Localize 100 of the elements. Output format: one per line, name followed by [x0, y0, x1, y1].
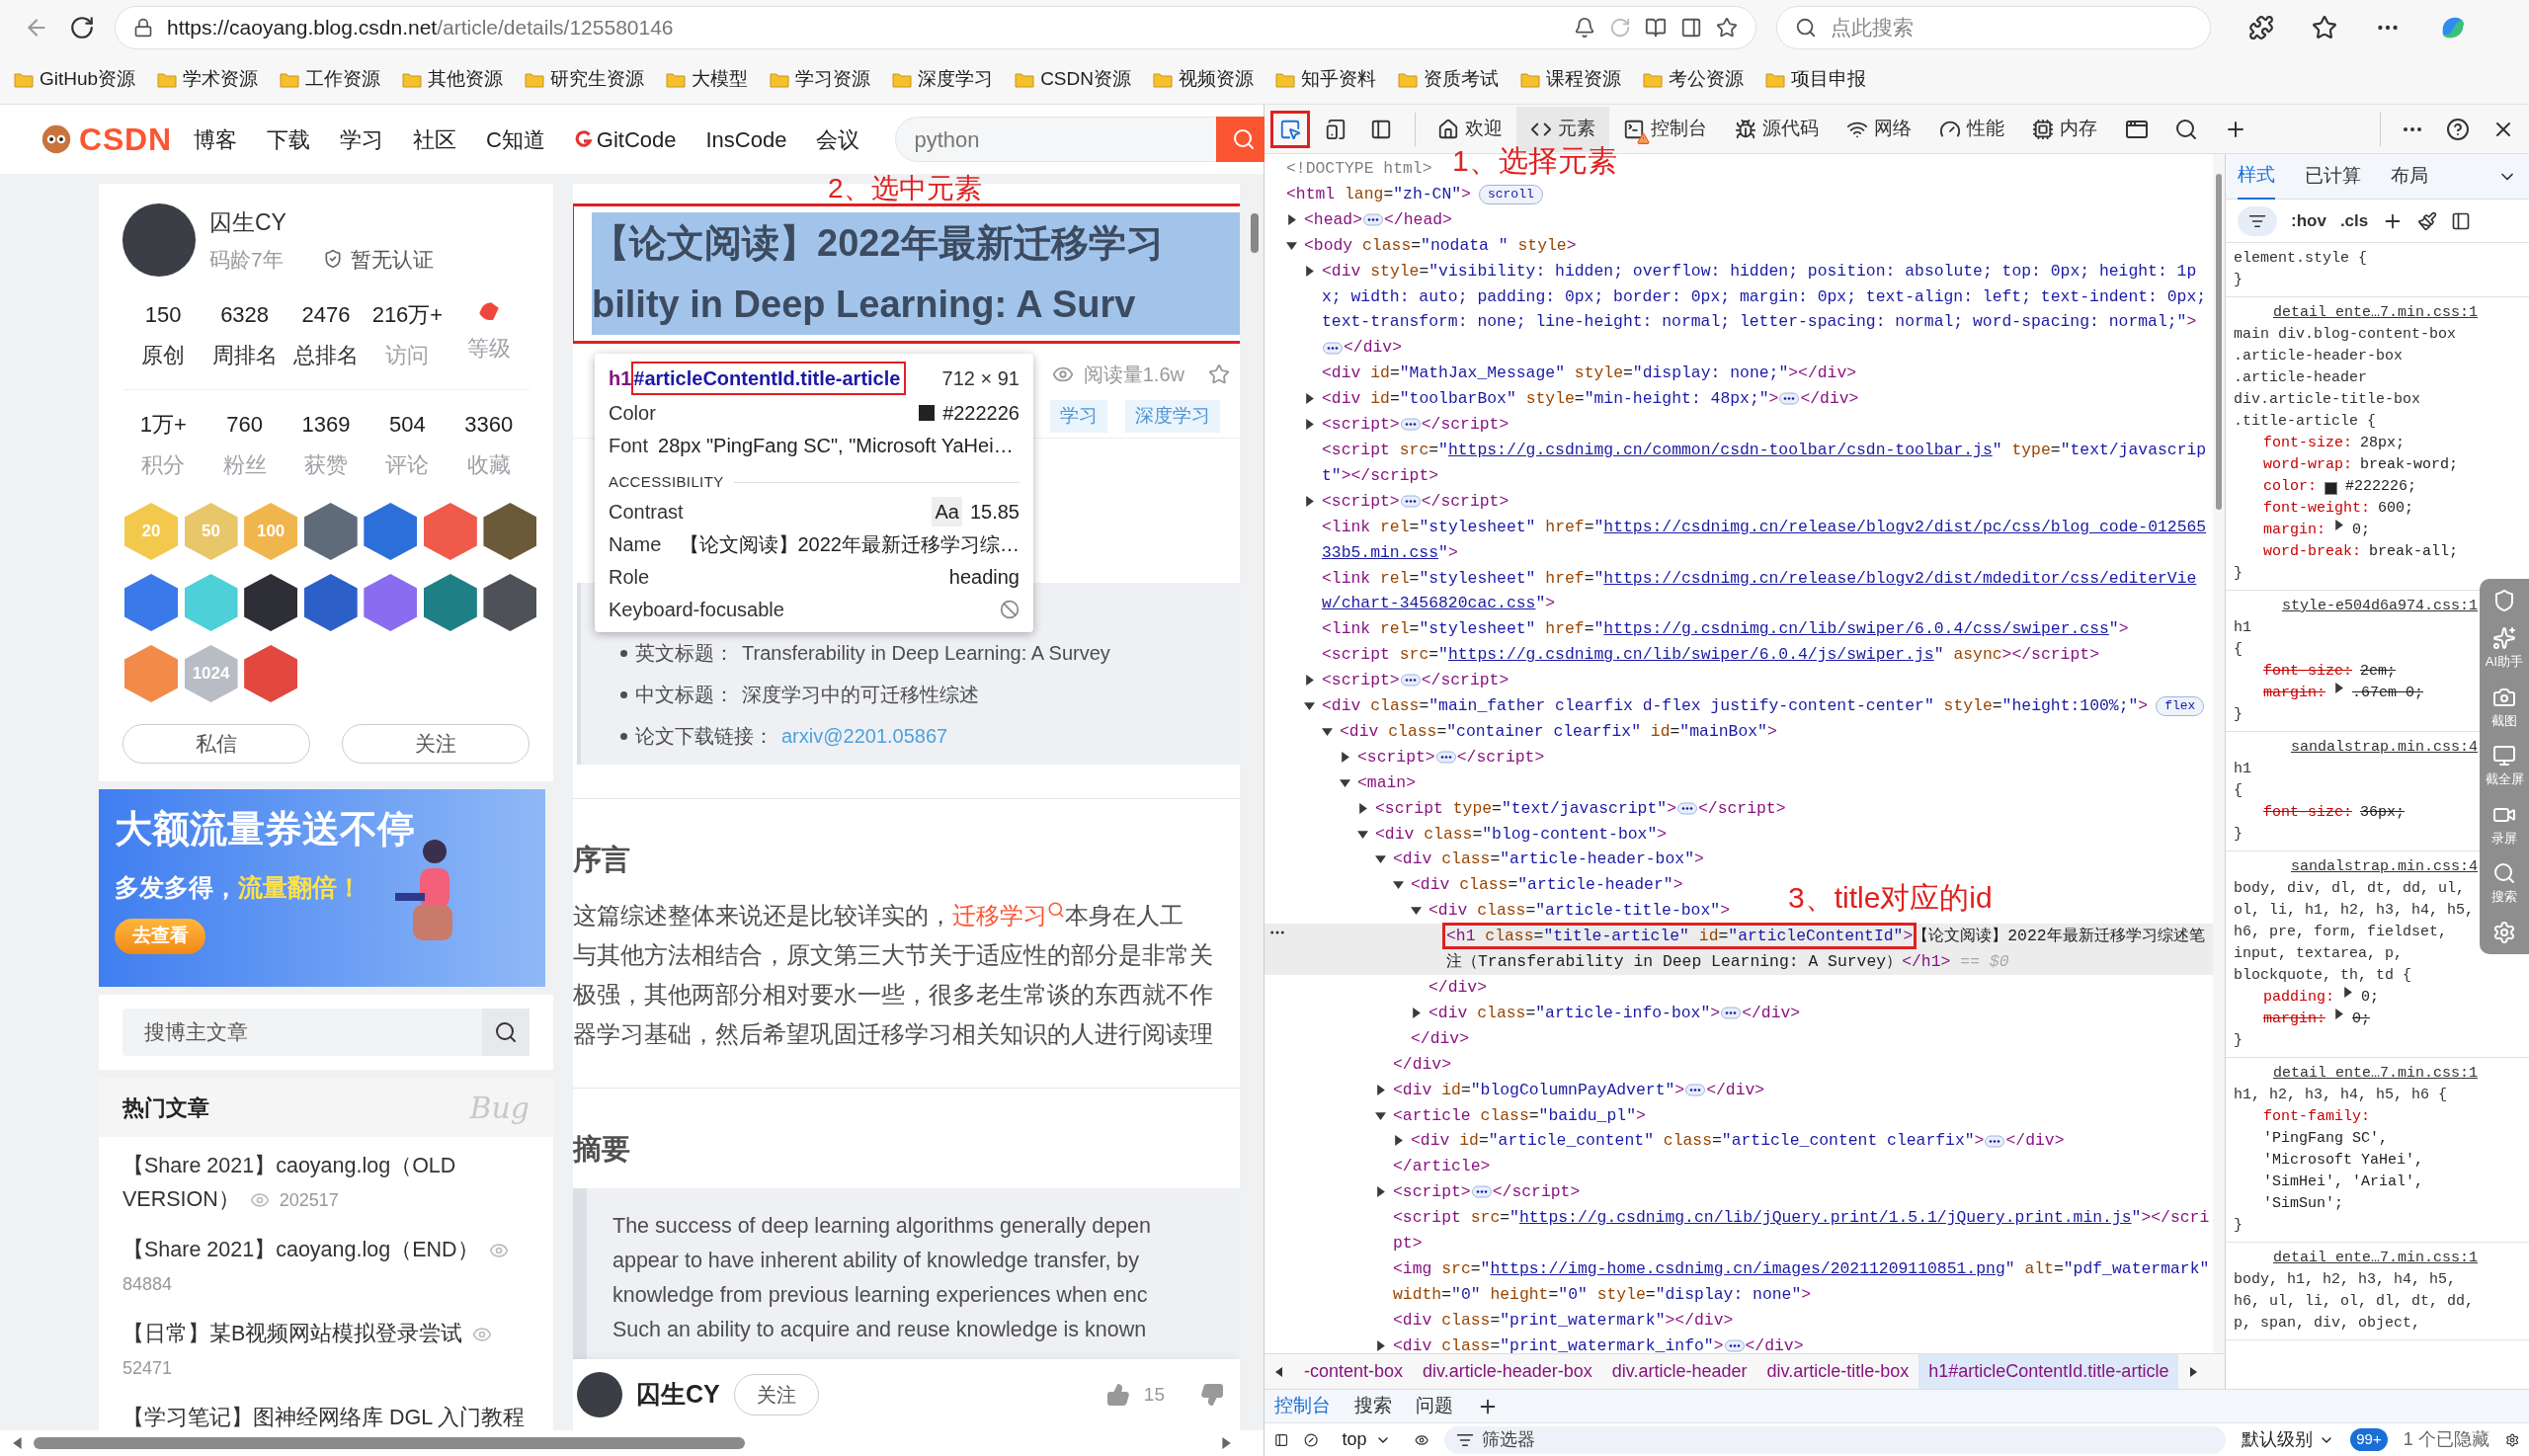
css-property-name[interactable]: font-weight:	[2263, 498, 2371, 520]
horizontal-scrollbar[interactable]	[34, 1437, 745, 1449]
nav-link[interactable]: C知道	[485, 122, 545, 156]
css-property-value[interactable]: .67em 0;	[2352, 683, 2424, 704]
collapse-arrow-icon[interactable]	[1375, 853, 1386, 865]
expand-arrow-icon[interactable]	[1357, 802, 1368, 814]
expand-arrow-icon[interactable]	[1304, 393, 1315, 405]
stylesheet-link[interactable]: sandalstrap.min.css:4	[2290, 856, 2478, 878]
profile-button[interactable]: 私信	[122, 724, 310, 764]
stylesheet-link[interactable]: detail_ente…7.min.css:1	[2272, 1248, 2478, 1269]
ellipsis-icon[interactable]	[1400, 494, 1421, 508]
hot-article-link[interactable]: 【Share 2021】caoyang.log（OLD VERSION） 202517	[122, 1149, 530, 1217]
drawer-tab[interactable]: 问题	[1416, 1392, 1453, 1420]
css-property-value[interactable]: 36px;	[2360, 802, 2406, 824]
ellipsis-icon[interactable]	[1677, 801, 1697, 815]
ellipsis-icon[interactable]	[1724, 1338, 1745, 1352]
collapse-arrow-icon[interactable]	[1322, 725, 1333, 737]
paint-brush-icon[interactable]	[2417, 210, 2438, 231]
expand-arrow-icon[interactable]	[1304, 495, 1315, 507]
hover-state-toggle[interactable]: :hov	[2291, 207, 2326, 234]
bookmark[interactable]: 学习资源	[770, 65, 871, 94]
stylesheet-link[interactable]: detail_ente…7.min.css:1	[2272, 302, 2478, 324]
selected-dom-row[interactable]: <h1 class="title-article" id="articleContentId">【论文阅读】2022年最新迁移学习综述笔注（Transferability in Deep Learning: A Survey）</h1> == $0	[1264, 924, 2213, 975]
css-property-name[interactable]: font-size:	[2263, 802, 2352, 824]
extensions-icon[interactable]	[2248, 15, 2274, 40]
nav-link[interactable]: 下载	[266, 122, 310, 156]
css-property-name[interactable]: margin:	[2263, 1009, 2325, 1030]
collapse-arrow-icon[interactable]	[1340, 776, 1350, 788]
breadcrumb-item[interactable]: -content-box	[1294, 1353, 1414, 1390]
expand-arrow-icon[interactable]	[1375, 1186, 1386, 1198]
bookmark[interactable]: 知乎资料	[1275, 65, 1376, 94]
ellipsis-icon[interactable]	[1435, 751, 1456, 764]
expand-arrow-icon[interactable]	[1411, 1007, 1422, 1018]
bell-icon[interactable]	[1574, 17, 1595, 39]
collapse-arrow-icon[interactable]	[1304, 700, 1315, 712]
expand-arrow-icon[interactable]	[1375, 1339, 1386, 1351]
hot-article-link[interactable]: 【学习笔记】图神经网络库 DGL 入门教程	[122, 1401, 530, 1434]
expand-arrow-icon[interactable]	[2342, 987, 2353, 998]
search-box[interactable]: 点此搜索	[1776, 6, 2211, 49]
breadcrumb-item[interactable]: h1#articleContentId.title-article	[1918, 1353, 2179, 1390]
sparkle-icon[interactable]	[2492, 626, 2516, 650]
css-property-name[interactable]: font-size:	[2263, 661, 2352, 683]
collapse-arrow-icon[interactable]	[1286, 239, 1297, 251]
favorite-icon[interactable]	[1716, 17, 1738, 39]
drawer-tab[interactable]: 控制台	[1274, 1392, 1331, 1420]
ellipsis-icon[interactable]	[1779, 392, 1800, 406]
bookmark[interactable]: CSDN资源	[1015, 65, 1131, 94]
ellipsis-icon[interactable]	[1471, 1185, 1492, 1199]
address-bar[interactable]: https://caoyang.blog.csdn.net/article/details/125580146	[115, 6, 1756, 49]
stylesheet-link[interactable]: detail_ente…7.min.css:1	[2272, 1063, 2478, 1085]
search-icon[interactable]	[2174, 117, 2198, 141]
expand-arrow-icon[interactable]	[1304, 265, 1315, 277]
drawer-tab[interactable]: 搜索	[1354, 1392, 1392, 1420]
bookmark[interactable]: 学术资源	[157, 65, 259, 94]
layout-badge[interactable]: flex	[2156, 695, 2205, 716]
context-select[interactable]: top	[1334, 1426, 1399, 1453]
author-name[interactable]: 囚生CY	[209, 205, 434, 240]
css-property-name[interactable]: font-family:	[2263, 1106, 2371, 1128]
ellipsis-icon[interactable]	[1400, 674, 1421, 688]
issue-count-badge[interactable]: 99+	[2350, 1428, 2388, 1451]
expand-arrow-icon[interactable]	[2333, 1009, 2344, 1019]
bookmark[interactable]: 课程资源	[1520, 65, 1621, 94]
ellipsis-icon[interactable]	[1685, 1083, 1706, 1096]
css-property-value[interactable]: break-word;	[2360, 454, 2459, 476]
log-level-select[interactable]: 默认级别	[2242, 1426, 2335, 1453]
ellipsis-icon[interactable]	[1400, 418, 1421, 432]
bookmark[interactable]: 视频资源	[1153, 65, 1254, 94]
css-property-name[interactable]: padding:	[2263, 987, 2334, 1009]
devtools-tab[interactable]: 源代码	[1721, 106, 1833, 152]
expand-arrow-icon[interactable]	[1286, 213, 1297, 225]
shield-icon[interactable]	[2492, 589, 2516, 612]
expand-arrow-icon[interactable]	[2333, 520, 2344, 530]
css-property-name[interactable]: word-wrap:	[2263, 454, 2352, 476]
split-screen-icon[interactable]	[1680, 17, 1702, 39]
css-property-value[interactable]: #222226;	[2345, 476, 2417, 498]
bookmark[interactable]: 研究生资源	[525, 65, 645, 94]
ellipsis-icon[interactable]	[1363, 213, 1384, 226]
css-property-name[interactable]: margin:	[2263, 683, 2325, 704]
nav-link[interactable]: 学习	[339, 122, 383, 156]
css-property-value[interactable]: 2em;	[2360, 661, 2397, 683]
bookmark[interactable]: GitHub资源	[14, 65, 136, 94]
css-property-name[interactable]: font-size:	[2263, 433, 2352, 454]
stylesheet-link[interactable]: sandalstrap.min.css:4	[2290, 737, 2478, 759]
collapse-arrow-icon[interactable]	[1393, 879, 1404, 891]
css-property-value[interactable]: 600;	[2378, 498, 2414, 520]
class-toggle[interactable]: .cls	[2339, 207, 2369, 234]
css-property-value[interactable]: 0;	[2361, 987, 2380, 1009]
bookmark[interactable]: 考公资源	[1643, 65, 1744, 94]
nav-link[interactable]: GitCode	[574, 122, 677, 156]
scroll-right-icon[interactable]	[1220, 1437, 1232, 1449]
bookmark[interactable]: 资质考试	[1398, 65, 1499, 94]
expand-arrow-icon[interactable]	[1340, 751, 1350, 763]
search-field[interactable]: 点此搜索	[1831, 12, 2192, 43]
styles-tab[interactable]: 布局	[2391, 153, 2428, 200]
nav-link[interactable]: InsCode	[705, 122, 787, 156]
expand-arrow-icon[interactable]	[1375, 1084, 1386, 1095]
reload-icon[interactable]	[69, 15, 95, 40]
collapse-arrow-icon[interactable]	[1411, 905, 1422, 917]
ellipsis-icon[interactable]	[1323, 341, 1343, 355]
lock-icon[interactable]	[133, 18, 153, 38]
